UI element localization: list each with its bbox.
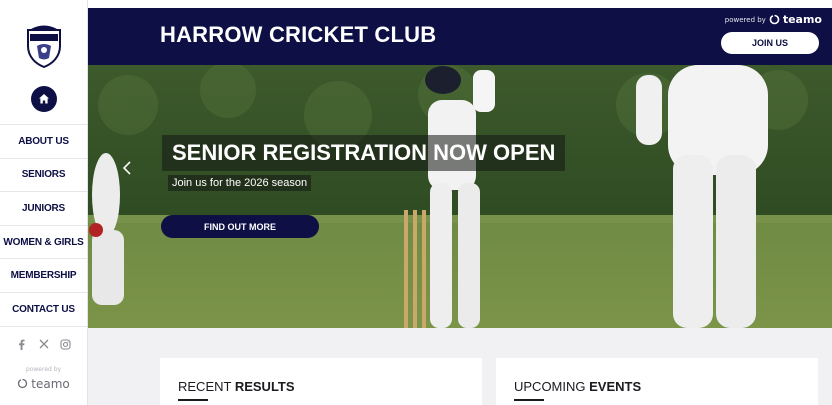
hero-banner: SENIOR REGISTRATION NOW OPEN Join us for… xyxy=(88,65,832,328)
chevron-left-icon[interactable] xyxy=(120,158,134,178)
upcoming-events-heading: UPCOMING EVENTS xyxy=(514,379,641,394)
recent-results-heading: RECENT RESULTS xyxy=(178,379,295,394)
join-us-button[interactable]: JOIN US xyxy=(721,32,819,54)
club-title[interactable]: HARROW CRICKET CLUB xyxy=(160,22,436,48)
nav-item-juniors[interactable]: JUNIORS xyxy=(0,192,87,226)
teamo-logo-icon xyxy=(769,14,780,25)
instagram-icon[interactable] xyxy=(60,339,71,350)
recent-results-card: RECENT RESULTS xyxy=(160,358,482,405)
home-icon xyxy=(38,94,49,104)
nav-item-about-us[interactable]: ABOUT US xyxy=(0,125,87,159)
powered-by-teamo[interactable]: powered by teamo xyxy=(725,13,822,26)
sidebar: ABOUT US SENIORS JUNIORS WOMEN & GIRLS M… xyxy=(0,0,88,405)
sidebar-teamo-logo[interactable]: teamo xyxy=(17,376,70,391)
nav-item-contact-us[interactable]: CONTACT US xyxy=(0,293,87,327)
teamo-brand-text: teamo xyxy=(782,13,822,26)
hero-photo xyxy=(88,65,832,328)
hero-subtitle: Join us for the 2026 season xyxy=(168,175,312,191)
x-icon[interactable] xyxy=(38,339,49,350)
heading-light-text: UPCOMING xyxy=(514,379,590,394)
sidebar-nav: ABOUT US SENIORS JUNIORS WOMEN & GIRLS M… xyxy=(0,124,87,327)
heading-light-text: RECENT xyxy=(178,379,235,394)
teamo-logo-icon xyxy=(18,378,28,389)
hero-title: SENIOR REGISTRATION NOW OPEN xyxy=(162,135,566,171)
content-area: RECENT RESULTS UPCOMING EVENTS xyxy=(88,328,832,405)
top-header: HARROW CRICKET CLUB powered by teamo JOI… xyxy=(88,8,832,65)
nav-item-seniors[interactable]: SENIORS xyxy=(0,159,87,193)
nav-item-women-girls[interactable]: WOMEN & GIRLS xyxy=(0,226,87,260)
club-crest-icon[interactable] xyxy=(24,24,64,68)
heading-bold-text: RESULTS xyxy=(234,379,295,394)
heading-underline xyxy=(514,399,544,401)
nav-item-membership[interactable]: MEMBERSHIP xyxy=(0,259,87,293)
upcoming-events-card: UPCOMING EVENTS xyxy=(496,358,818,405)
heading-underline xyxy=(178,399,208,401)
facebook-icon[interactable] xyxy=(16,339,27,350)
sidebar-brand-text: teamo xyxy=(31,376,70,391)
powered-by-text: powered by xyxy=(724,15,766,24)
social-links xyxy=(16,339,71,350)
sidebar-powered-by: powered by xyxy=(25,365,62,373)
home-button[interactable] xyxy=(30,86,57,112)
find-out-more-button[interactable]: FIND OUT MORE xyxy=(161,215,319,238)
heading-bold-text: EVENTS xyxy=(589,379,642,394)
